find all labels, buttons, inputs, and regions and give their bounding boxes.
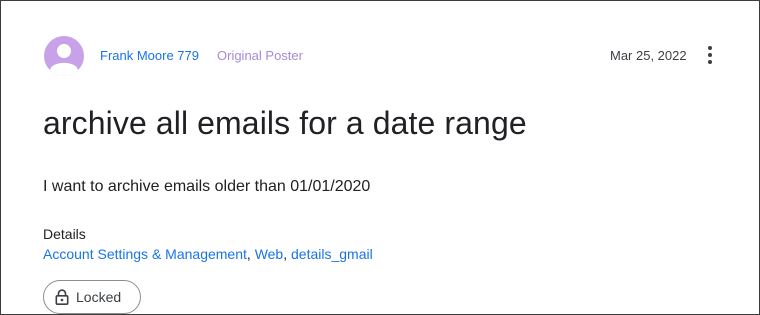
original-poster-badge: Original Poster: [217, 48, 303, 63]
post-card: Frank Moore 779 Original Poster Mar 25, …: [0, 0, 760, 315]
lock-icon: [55, 289, 69, 305]
post-title: archive all emails for a date range: [43, 105, 527, 141]
locked-label: Locked: [76, 289, 122, 305]
avatar[interactable]: [44, 36, 84, 76]
tag-separator: ,: [283, 246, 292, 262]
locked-status-chip: Locked: [43, 280, 141, 314]
tag-link[interactable]: Account Settings & Management: [43, 246, 247, 262]
post-date: Mar 25, 2022: [610, 48, 687, 63]
details-heading: Details: [43, 226, 86, 242]
person-icon: [50, 44, 78, 76]
more-options-button[interactable]: [699, 42, 721, 68]
post-body: I want to archive emails older than 01/0…: [43, 178, 371, 195]
details-tag-list: Account Settings & Management, Web, deta…: [43, 246, 373, 262]
author-name-link[interactable]: Frank Moore 779: [100, 48, 199, 63]
more-vert-icon: [708, 46, 712, 50]
tag-link[interactable]: details_gmail: [291, 246, 373, 262]
tag-link[interactable]: Web: [255, 246, 284, 262]
tag-separator: ,: [246, 246, 255, 262]
